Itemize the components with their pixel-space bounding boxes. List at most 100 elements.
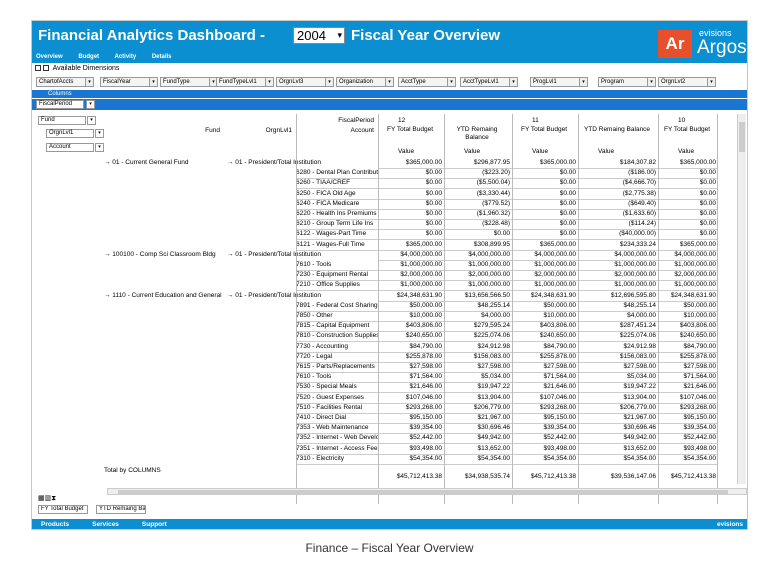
grid-divider <box>296 114 297 504</box>
fund-cell[interactable]: → 100100 - Comp Sci Classroom Bldg <box>104 250 226 260</box>
dimension-chip[interactable]: ProgLvl1 ▾ <box>530 77 588 87</box>
chevron-down-icon[interactable]: ▾ <box>325 78 333 86</box>
dimension-chip[interactable]: FiscalYear ▾ <box>100 77 158 87</box>
dimension-chip[interactable]: OrgnLvl2 ▾ <box>658 77 716 87</box>
footer-products[interactable]: Products <box>41 521 69 528</box>
dimension-label: FundTypeLvl1 <box>219 79 257 85</box>
footer-services[interactable]: Services <box>92 521 119 528</box>
nav-overview[interactable]: Overview <box>36 54 63 60</box>
chevron-down-icon[interactable]: ▾ <box>87 116 96 125</box>
value-label: Value <box>532 148 549 155</box>
nav-details[interactable]: Details <box>152 54 172 60</box>
chevron-down-icon: ▾ <box>337 30 342 40</box>
footer-support[interactable]: Support <box>142 521 167 528</box>
orgn-cell[interactable]: → 01 - President/Total Institution <box>227 291 377 301</box>
orgn-cell[interactable]: → 01 - President/Total Institution <box>227 250 377 260</box>
fund-cell[interactable]: → 01 - Current General Fund <box>104 158 226 168</box>
dimension-chip[interactable]: Organization ▾ <box>336 77 394 87</box>
dimension-label: ChartofAccts <box>39 79 74 85</box>
horizontal-scrollbar[interactable] <box>107 488 747 495</box>
checkbox-icon[interactable] <box>43 65 49 72</box>
dimension-chip[interactable]: AcctType ▾ <box>398 77 456 87</box>
orgn-header: OrgnLvl1 <box>265 127 292 134</box>
dimension-label: FundType <box>163 79 190 85</box>
value-label: Value <box>678 148 695 155</box>
scroll-thumb[interactable] <box>118 490 728 494</box>
chevron-down-icon[interactable]: ▾ <box>647 78 655 86</box>
dashboard-subtitle: Fiscal Year Overview <box>351 27 500 44</box>
value-cell: $54,354.00 <box>578 454 658 465</box>
total-cell: $45,712,413.38 <box>670 473 716 480</box>
row-dim-label: OrgnLvl1 <box>49 130 74 136</box>
dimension-chip[interactable]: FundType ▾ <box>160 77 218 87</box>
data-field-fy-total-budget[interactable]: FY Total Budget <box>38 505 88 514</box>
chevron-down-icon[interactable]: ▾ <box>385 78 393 86</box>
columns-bar: Columns <box>32 90 747 98</box>
row-dim-label: Account <box>49 144 71 150</box>
column-dimension-select[interactable]: FiscalPeriod <box>36 100 84 109</box>
vertical-scrollbar[interactable] <box>737 114 746 484</box>
dimension-label: AcctType <box>401 79 426 85</box>
col-header: FY Total Budget <box>663 126 710 133</box>
dashboard-title: Financial Analytics Dashboard - <box>38 27 265 44</box>
account-header: Account <box>350 127 375 134</box>
fiscal-period-label: FiscalPeriod <box>338 117 374 124</box>
row-dim-account[interactable]: Account ▾ <box>46 143 104 152</box>
dimension-label: FiscalYear <box>103 79 131 85</box>
value-cell: $54,354.00 <box>444 454 512 465</box>
dimension-label: ProgLvl1 <box>533 79 557 85</box>
data-field-ytd-remaining[interactable]: YTD Remaing Bal <box>96 505 146 514</box>
chevron-down-icon[interactable]: ▾ <box>85 78 93 86</box>
pivot-grid: FiscalPeriod 12 11 10 Fund OrgnLvl1 Account FY … <box>102 114 747 508</box>
account-cell[interactable]: 7310 - Electricity <box>296 454 378 465</box>
year-value: 2004 <box>297 28 326 43</box>
data-tools: ▦▥⧗ <box>38 494 56 503</box>
dimensions-row: ChartofAccts ▾ FiscalYear ▾ FundType ▾ FundTyp… <box>32 76 747 88</box>
col-header: YTD Remaing Balance <box>583 126 651 133</box>
chevron-down-icon[interactable]: ▾ <box>579 78 587 86</box>
grid-divider <box>717 114 718 504</box>
chevron-down-icon[interactable]: ▾ <box>86 100 95 109</box>
total-cell: $39,536,147.06 <box>610 473 656 480</box>
dimension-chip[interactable]: FundTypeLvl1 ▾ <box>216 77 274 87</box>
footer-brand: evisions <box>716 521 743 528</box>
chevron-down-icon[interactable]: ▾ <box>707 78 715 86</box>
dimension-label: OrgnLvl2 <box>661 79 686 85</box>
grid-icon[interactable]: ▦ <box>38 495 45 502</box>
chevron-down-icon[interactable]: ▾ <box>149 78 157 86</box>
year-select[interactable]: 2004 ▾ <box>293 27 345 44</box>
grid-divider <box>512 114 513 504</box>
grid-divider <box>378 114 379 504</box>
chevron-down-icon[interactable]: ▾ <box>509 78 517 86</box>
row-dim-fund[interactable]: Fund ▾ <box>38 116 96 125</box>
dashboard-frame: Financial Analytics Dashboard - 2004 ▾ Fi… <box>31 20 748 530</box>
dimension-chip[interactable]: AcctTypeLvl1 ▾ <box>460 77 518 87</box>
grid-divider <box>578 114 579 504</box>
total-cell: $45,712,413.38 <box>530 473 576 480</box>
chevron-down-icon[interactable]: ▾ <box>265 78 273 86</box>
nav-budget[interactable]: Budget <box>78 54 99 60</box>
dimension-chip[interactable]: Program ▾ <box>598 77 656 87</box>
nav-links: Overview Budget Activity Details <box>36 54 186 60</box>
columns-label: Columns <box>48 91 72 97</box>
scroll-thumb[interactable] <box>739 122 745 152</box>
total-label: Total by COLUMNS <box>104 467 161 474</box>
value-cell: $54,354.00 <box>512 454 578 465</box>
footer-bar: Products Services Support evisions <box>32 519 747 529</box>
header-bar: Financial Analytics Dashboard - 2004 ▾ Fi… <box>32 21 747 63</box>
dimension-chip[interactable]: ChartofAccts ▾ <box>36 77 94 87</box>
orgn-cell[interactable]: → 01 - President/Total Institution <box>227 158 377 168</box>
filter-icon[interactable]: ⧗ <box>51 495 56 502</box>
caption: Finance – Fiscal Year Overview <box>305 541 474 555</box>
dimension-label: AcctTypeLvl1 <box>463 79 499 85</box>
fund-cell[interactable]: → 1110 - Current Education and General <box>104 291 226 301</box>
dimension-chip[interactable]: OrgnLvl3 ▾ <box>276 77 334 87</box>
dimension-label: Program <box>601 79 625 85</box>
chevron-down-icon[interactable]: ▾ <box>447 78 455 86</box>
checkbox-icon[interactable] <box>35 65 41 72</box>
col-header: FY Total Budget <box>386 126 433 133</box>
period-header: 10 <box>678 117 686 124</box>
value-cell: $54,354.00 <box>378 454 444 465</box>
nav-activity[interactable]: Activity <box>114 54 136 60</box>
row-dim-orgn[interactable]: OrgnLvl1 ▾ <box>46 129 104 138</box>
